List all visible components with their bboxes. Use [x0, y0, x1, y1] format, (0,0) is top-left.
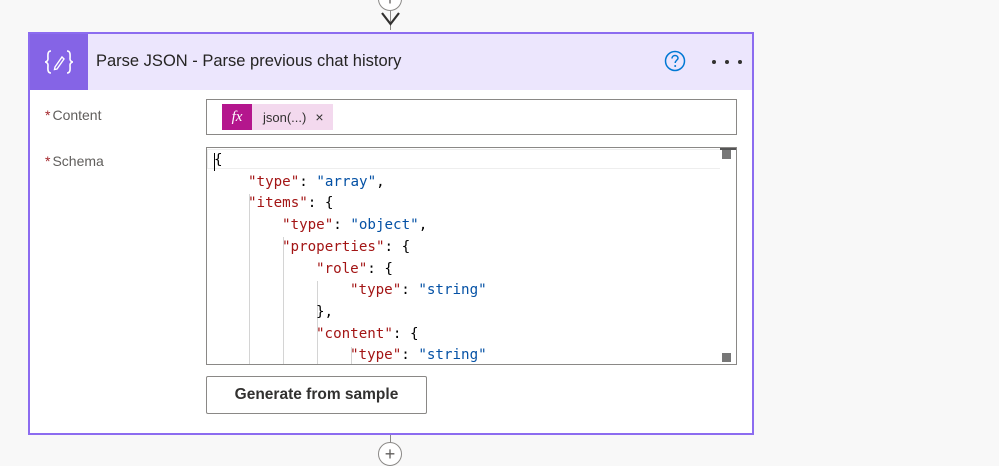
ellipsis-icon[interactable]: [712, 52, 742, 72]
editor-scrollbar[interactable]: [720, 148, 736, 364]
remove-token-icon[interactable]: ×: [315, 109, 323, 125]
indent-guide: [249, 194, 250, 364]
scroll-up-marker[interactable]: [722, 150, 731, 159]
action-icon-tile: [30, 34, 88, 90]
scroll-down-marker[interactable]: [722, 353, 731, 362]
code-line: "role": {: [316, 260, 393, 277]
schema-editor[interactable]: { "type": "array", "items": { "type": "o…: [206, 147, 737, 365]
schema-label-text: Schema: [52, 153, 104, 169]
code-line: "type": "object",: [282, 217, 428, 234]
token-label: json(...): [263, 109, 307, 125]
required-asterisk: *: [45, 107, 51, 123]
braces-icon: [44, 50, 74, 74]
code-line: "type": "array",: [248, 173, 385, 190]
code-line: "type": "string": [350, 347, 487, 364]
action-title[interactable]: Parse JSON - Parse previous chat history: [96, 52, 401, 71]
code-area[interactable]: { "type": "array", "items": { "type": "o…: [214, 150, 718, 364]
help-circle-icon[interactable]: [664, 50, 686, 72]
plus-icon: +: [385, 0, 396, 8]
arrow-down-icon: [381, 12, 400, 26]
fx-icon: fx: [222, 104, 252, 130]
code-line: },: [316, 303, 334, 320]
parse-json-action-card: Parse JSON - Parse previous chat history…: [28, 32, 754, 435]
plus-icon: +: [384, 444, 396, 464]
expression-token[interactable]: fx json(...) ×: [222, 104, 333, 130]
code-line: {: [214, 152, 223, 168]
code-line: "content": {: [316, 325, 419, 342]
code-line: "type": "string": [350, 282, 487, 299]
code-line: "properties": {: [282, 238, 411, 255]
schema-label: * Schema: [45, 153, 104, 169]
add-step-button-bottom[interactable]: +: [378, 442, 402, 466]
content-label-text: Content: [52, 107, 102, 123]
required-asterisk: *: [45, 153, 51, 169]
generate-from-sample-button[interactable]: Generate from sample: [206, 376, 427, 414]
content-label: * Content: [45, 107, 102, 123]
card-header[interactable]: Parse JSON - Parse previous chat history: [30, 34, 752, 90]
code-line: "items": {: [248, 195, 334, 212]
content-input[interactable]: fx json(...) ×: [206, 99, 737, 135]
